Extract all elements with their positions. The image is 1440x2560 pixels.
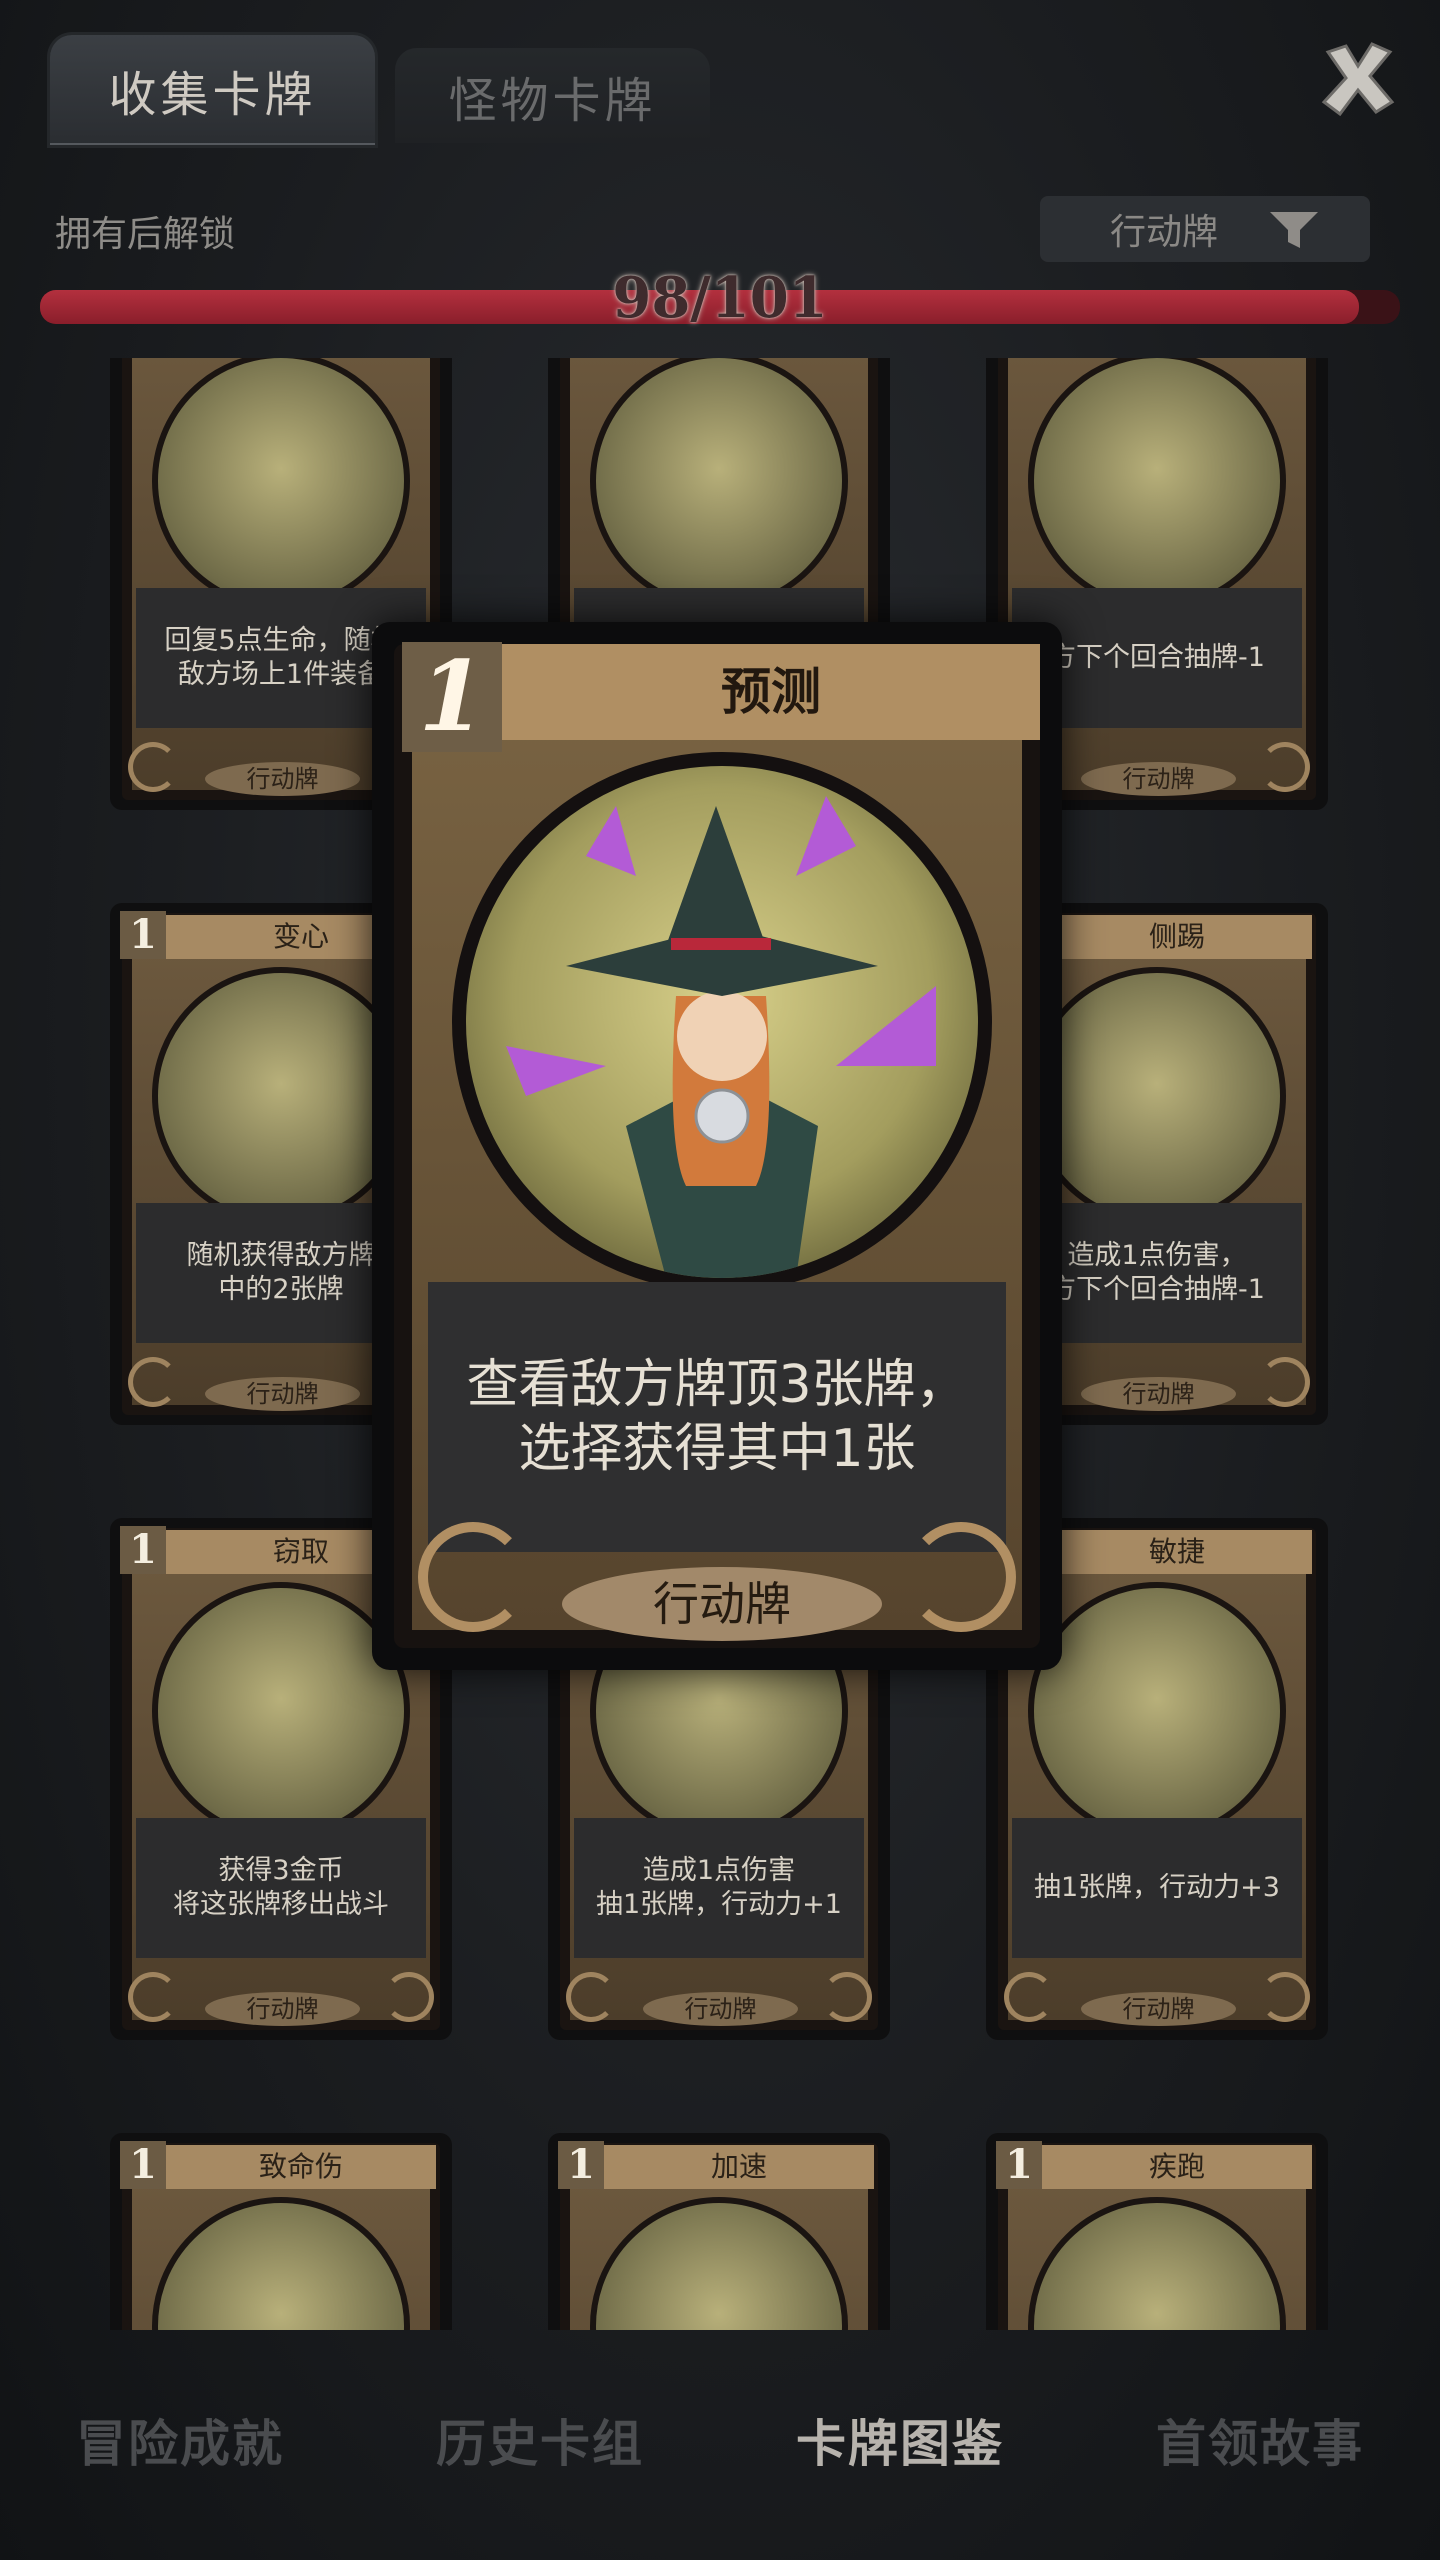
featured-card-cost: 1 — [402, 642, 502, 752]
card-type-label: 行动牌 — [205, 762, 360, 796]
nav-history-decks[interactable]: 历史卡组 — [406, 2394, 674, 2486]
card-title: 加速 — [604, 2145, 874, 2189]
tab-collect-cards[interactable]: 收集卡牌 — [50, 35, 375, 145]
nav-achievements[interactable]: 冒险成就 — [46, 2394, 314, 2486]
scroll-ornament-right — [1260, 1972, 1310, 2022]
card-title: 侧踢 — [1042, 915, 1312, 959]
card-type-filter[interactable]: 行动牌 — [1040, 196, 1370, 262]
card-type-label: 行动牌 — [1081, 762, 1236, 796]
card-art — [590, 358, 848, 610]
scroll-ornament-left — [128, 1357, 178, 1407]
card-description: 获得3金币 将这张牌移出战斗 — [136, 1818, 426, 1958]
nav-boss-stories[interactable]: 首领故事 — [1126, 2394, 1394, 2486]
card-art — [1028, 358, 1286, 610]
close-icon[interactable] — [1318, 38, 1398, 118]
scroll-ornament-right — [384, 1972, 434, 2022]
card-item[interactable]: 1疾跑行动牌 — [986, 2133, 1328, 2330]
featured-card-type: 行动牌 — [562, 1567, 882, 1641]
scroll-ornament-left — [566, 1972, 616, 2022]
card-title: 致命伤 — [166, 2145, 436, 2189]
nav-card-gallery[interactable]: 卡牌图鉴 — [766, 2394, 1034, 2486]
scroll-ornament-left — [1004, 1972, 1054, 2022]
filter-funnel-icon — [1270, 212, 1318, 248]
card-cost: 1 — [120, 2141, 166, 2189]
card-art — [1028, 1582, 1286, 1840]
card-type-label: 行动牌 — [1081, 1377, 1236, 1411]
bottom-nav: 冒险成就 历史卡组 卡牌图鉴 首领故事 — [0, 2380, 1440, 2500]
scroll-ornament-right — [1260, 1357, 1310, 1407]
card-description: 抽1张牌，行动力+3 — [1012, 1818, 1302, 1958]
card-description: 造成1点伤害 抽1张牌，行动力+1 — [574, 1818, 864, 1958]
card-item[interactable]: 1致命伤行动牌 — [110, 2133, 452, 2330]
featured-card-description: 查看敌方牌顶3张牌， 选择获得其中1张 — [428, 1282, 1006, 1552]
scroll-ornament-right — [906, 1522, 1016, 1632]
card-type-label: 行动牌 — [205, 1377, 360, 1411]
card-cost: 1 — [996, 2141, 1042, 2189]
scroll-ornament-left — [128, 742, 178, 792]
tab-monster-cards[interactable]: 怪物卡牌 — [395, 48, 710, 143]
scroll-ornament-right — [822, 1972, 872, 2022]
card-art — [1028, 967, 1286, 1225]
card-title: 疾跑 — [1042, 2145, 1312, 2189]
card-cost: 1 — [120, 911, 166, 959]
featured-card[interactable]: 1 预测 查看敌方牌顶3张牌， 选择获得其中1张 行动牌 — [372, 622, 1062, 1670]
card-cost: 1 — [558, 2141, 604, 2189]
scroll-ornament-left — [128, 1972, 178, 2022]
featured-card-title: 预测 — [502, 644, 1040, 740]
unlock-hint-label: 拥有后解锁 — [55, 214, 236, 255]
card-type-label: 行动牌 — [1081, 1992, 1236, 2026]
card-cost: 1 — [120, 1526, 166, 1574]
card-art — [152, 358, 410, 610]
scroll-ornament-right — [1260, 742, 1310, 792]
scroll-ornament-left — [418, 1522, 528, 1632]
filter-label: 行动牌 — [1110, 212, 1219, 253]
card-type-label: 行动牌 — [643, 1992, 798, 2026]
card-title: 敏捷 — [1042, 1530, 1312, 1574]
featured-card-art — [452, 752, 992, 1292]
card-type-label: 行动牌 — [205, 1992, 360, 2026]
witch-illustration — [506, 796, 936, 1278]
collection-progress-text: 98/101 — [612, 265, 828, 331]
card-item[interactable]: 1加速行动牌 — [548, 2133, 890, 2330]
